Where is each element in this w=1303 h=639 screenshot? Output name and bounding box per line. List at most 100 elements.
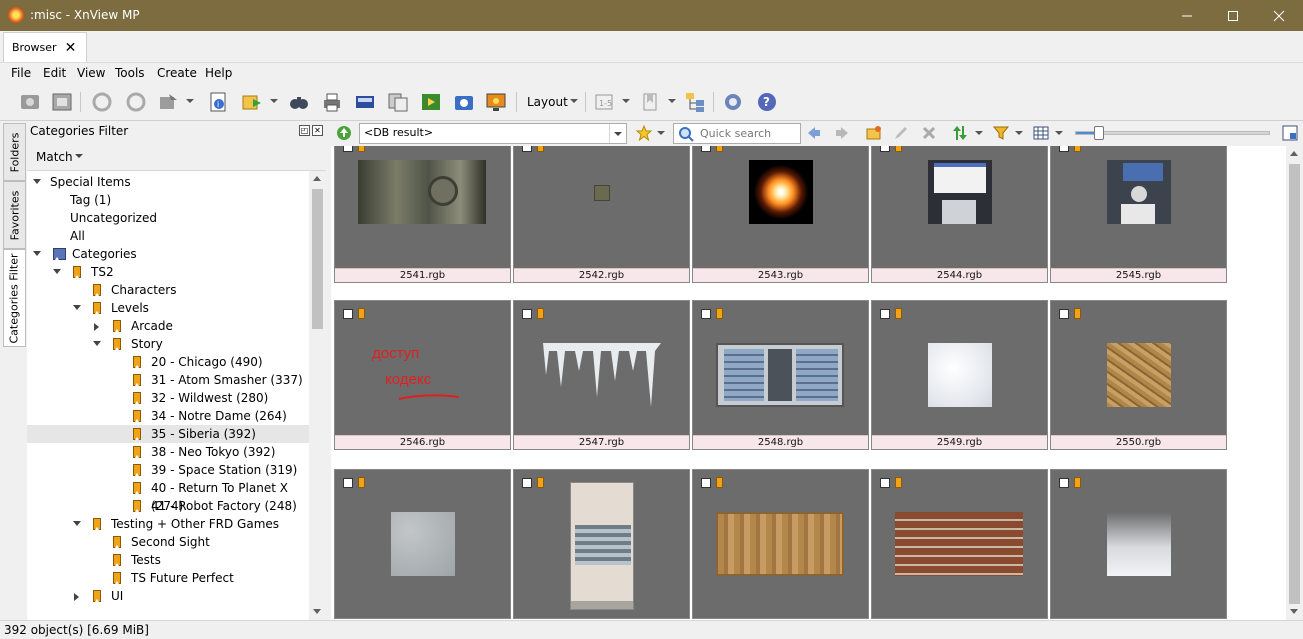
thumbnail-checkbox[interactable] (880, 146, 890, 152)
menu-edit[interactable]: Edit (43, 66, 66, 80)
expand-arrow-icon[interactable] (94, 323, 99, 331)
undock-panel-icon[interactable]: ◰ (299, 125, 310, 136)
thumbnail-item[interactable] (334, 469, 511, 619)
help-icon[interactable]: ? (755, 90, 779, 114)
grid-scroll-up-arrow[interactable] (1290, 151, 1298, 156)
fullscreen-view-icon[interactable] (18, 90, 42, 114)
tab-categories-filter[interactable]: Categories Filter (3, 249, 26, 347)
thumbnail-checkbox[interactable] (880, 309, 890, 319)
thumbnail-item[interactable] (513, 469, 690, 619)
menu-tools[interactable]: Tools (115, 66, 145, 80)
tree-node[interactable]: Levels (27, 299, 309, 317)
new-folder-icon[interactable] (865, 124, 883, 142)
thumbnail-checkbox[interactable] (1059, 478, 1069, 488)
menu-view[interactable]: View (77, 66, 105, 80)
tree-node[interactable]: 41 - Robot Factory (248) (27, 497, 309, 515)
collapse-arrow-icon[interactable] (53, 269, 61, 274)
thumbnail-size-slider[interactable] (1075, 126, 1270, 140)
thumbnail-item[interactable]: доступ кодекс 2546.rgb (334, 300, 511, 450)
tab-favorites[interactable]: Favorites (3, 181, 26, 249)
compare-icon[interactable]: 1-5 (592, 90, 616, 114)
minimize-button[interactable] (1164, 0, 1210, 31)
tree-node[interactable]: Characters (27, 281, 309, 299)
thumbnail-item[interactable] (1050, 469, 1227, 619)
tree-scroll-thumb[interactable] (312, 189, 323, 329)
path-combobox[interactable]: <DB result> (359, 123, 627, 144)
tree-node[interactable]: 32 - Wildwest (280) (27, 389, 309, 407)
rotate-left-icon[interactable] (90, 90, 114, 114)
quick-search-input[interactable]: Quick search (673, 123, 801, 144)
go-parent-icon[interactable] (335, 124, 353, 142)
toggle-preview-icon[interactable] (1281, 124, 1299, 142)
tree-node[interactable]: Second Sight (27, 533, 309, 551)
thumbnail-checkbox[interactable] (343, 146, 353, 152)
grid-scrollbar[interactable] (1286, 146, 1303, 620)
menu-create[interactable]: Create (157, 66, 197, 80)
scan-icon[interactable] (353, 90, 377, 114)
scroll-down-arrow[interactable] (313, 609, 321, 614)
thumbnail-checkbox[interactable] (343, 478, 353, 488)
path-dropdown-icon[interactable] (609, 124, 626, 143)
thumbnail-checkbox[interactable] (1059, 309, 1069, 319)
thumbnail-item[interactable]: 2549.rgb (871, 300, 1048, 450)
favorites-dropdown[interactable] (657, 131, 665, 135)
sort-dropdown[interactable] (975, 131, 983, 135)
tree-node[interactable]: TS Future Perfect (27, 569, 309, 587)
move-copy-dropdown[interactable] (270, 99, 278, 103)
tree-node[interactable]: Arcade (27, 317, 309, 335)
bookmark-icon[interactable] (638, 90, 662, 114)
compare-dropdown[interactable] (622, 99, 630, 103)
sort-icon[interactable] (951, 124, 969, 142)
tree-node[interactable]: 34 - Notre Dame (264) (27, 407, 309, 425)
grid-scroll-down-arrow[interactable] (1290, 609, 1298, 614)
settings-gear-icon[interactable] (721, 90, 745, 114)
tree-node[interactable]: TS2 (27, 263, 309, 281)
find-binoculars-icon[interactable] (287, 90, 311, 114)
match-menu[interactable]: Match (36, 150, 73, 164)
close-tab-icon[interactable]: ✕ (65, 41, 77, 55)
tree-node[interactable]: 20 - Chicago (490) (27, 353, 309, 371)
tree-node[interactable]: Story (27, 335, 309, 353)
convert-icon[interactable] (386, 90, 410, 114)
expand-arrow-icon[interactable] (74, 593, 79, 601)
thumbnail-checkbox[interactable] (522, 478, 532, 488)
tree-node[interactable]: 31 - Atom Smasher (337) (27, 371, 309, 389)
thumbnail-checkbox[interactable] (701, 478, 711, 488)
thumbnail-item[interactable] (871, 469, 1048, 619)
thumbnail-checkbox[interactable] (701, 309, 711, 319)
collapse-arrow-icon[interactable] (73, 305, 81, 310)
tree-node[interactable]: 40 - Return To Planet X (274) (27, 479, 309, 513)
rotate-right-icon[interactable] (124, 90, 148, 114)
layout-dropdown[interactable] (570, 99, 578, 103)
thumbnail-checkbox[interactable] (343, 309, 353, 319)
forward-arrow-icon[interactable] (833, 124, 851, 142)
filter-dropdown[interactable] (1015, 131, 1023, 135)
capture-icon[interactable] (452, 90, 476, 114)
tree-node[interactable]: Categories (27, 245, 309, 263)
thumbnail-item[interactable]: 2548.rgb (692, 300, 869, 450)
move-copy-icon[interactable] (240, 90, 264, 114)
collapse-arrow-icon[interactable] (73, 521, 81, 526)
slideshow-icon[interactable] (419, 90, 443, 114)
close-window-button[interactable] (1256, 0, 1302, 31)
collapse-arrow-icon[interactable] (93, 341, 101, 346)
tree-node[interactable]: 35 - Siberia (392) (27, 425, 309, 443)
thumbnail-item[interactable]: 2550.rgb (1050, 300, 1227, 450)
wallpaper-icon[interactable] (484, 90, 508, 114)
back-arrow-icon[interactable] (805, 124, 823, 142)
layout-menu-label[interactable]: Layout (527, 95, 568, 109)
thumbnail-item[interactable]: 2545.rgb (1050, 146, 1227, 283)
batch-edit-dropdown[interactable] (186, 99, 194, 103)
batch-edit-icon[interactable] (156, 90, 180, 114)
tree-node[interactable]: 39 - Space Station (319) (27, 461, 309, 479)
tree-node[interactable]: Tests (27, 551, 309, 569)
collapse-arrow-icon[interactable] (33, 179, 41, 184)
favorite-star-icon[interactable] (635, 124, 653, 142)
thumbnail-size-knob[interactable] (1094, 126, 1104, 140)
maximize-button[interactable] (1210, 0, 1256, 31)
properties-icon[interactable]: i (206, 90, 230, 114)
close-panel-icon[interactable]: ✕ (312, 125, 323, 136)
tab-browser[interactable]: Browser ✕ (3, 32, 87, 62)
thumbnail-item[interactable] (692, 469, 869, 619)
tab-folders[interactable]: Folders (3, 123, 26, 181)
